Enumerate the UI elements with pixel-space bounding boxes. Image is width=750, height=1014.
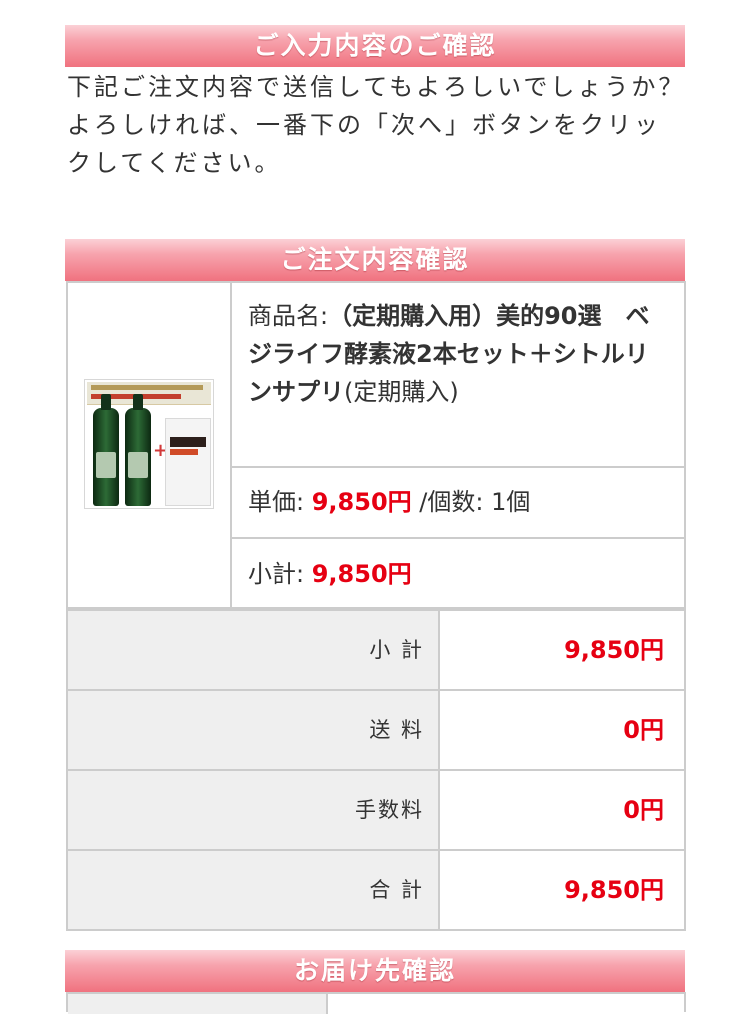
unit-price-value: 9,850円: [311, 488, 412, 516]
total-value: 9,850円: [564, 876, 664, 904]
confirm-section-header: ご入力内容のご確認: [65, 25, 685, 67]
delivery-table: [66, 992, 686, 1014]
product-table: + 商品名:（定期購入用）美的90選 ベジライフ酵素液2本セット＋シトルリンサプ…: [66, 281, 686, 609]
table-row: 小 計 9,850円: [68, 609, 684, 689]
delivery-label-column: [68, 994, 328, 1014]
quantity-value: 1個: [491, 488, 531, 516]
product-name-suffix: (定期購入): [344, 378, 459, 406]
total-label: 合 計: [68, 851, 440, 929]
fee-label: 手数料: [68, 771, 440, 849]
subtotal-label: 小 計: [68, 611, 440, 689]
line-subtotal-cell: 小計: 9,850円: [232, 539, 684, 607]
line-subtotal-label: 小計:: [248, 560, 305, 588]
delivery-section-header: お届け先確認: [65, 950, 685, 992]
product-name-cell: 商品名:（定期購入用）美的90選 ベジライフ酵素液2本セット＋シトルリンサプリ(…: [232, 283, 684, 468]
unit-price-label: 単価:: [248, 488, 305, 516]
intro-line-2: よろしければ、一番下の「次へ」ボタンをクリックしてください。: [67, 111, 661, 177]
unit-price-cell: 単価: 9,850円 /個数: 1個: [232, 468, 684, 539]
confirm-intro-text: 下記ご注文内容で送信してもよろしいでしょうか？ よろしければ、一番下の「次へ」ボ…: [67, 68, 687, 182]
product-image-cell: +: [68, 283, 232, 607]
order-section-header: ご注文内容確認: [65, 239, 685, 281]
product-name-label: 商品名:: [248, 302, 329, 330]
totals-table: 小 計 9,850円 送 料 0円 手数料 0円 合 計 9,850円: [66, 609, 686, 931]
product-thumbnail: +: [84, 379, 214, 509]
quantity-label: /個数:: [419, 488, 484, 516]
subtotal-value: 9,850円: [564, 636, 664, 664]
intro-line-1: 下記ご注文内容で送信してもよろしいでしょうか？: [67, 73, 686, 101]
fee-value: 0円: [623, 796, 664, 824]
table-row: 合 計 9,850円: [68, 849, 684, 931]
table-row: 手数料 0円: [68, 769, 684, 849]
shipping-value: 0円: [623, 716, 664, 744]
shipping-label: 送 料: [68, 691, 440, 769]
table-row: 送 料 0円: [68, 689, 684, 769]
line-subtotal-value: 9,850円: [311, 560, 412, 588]
